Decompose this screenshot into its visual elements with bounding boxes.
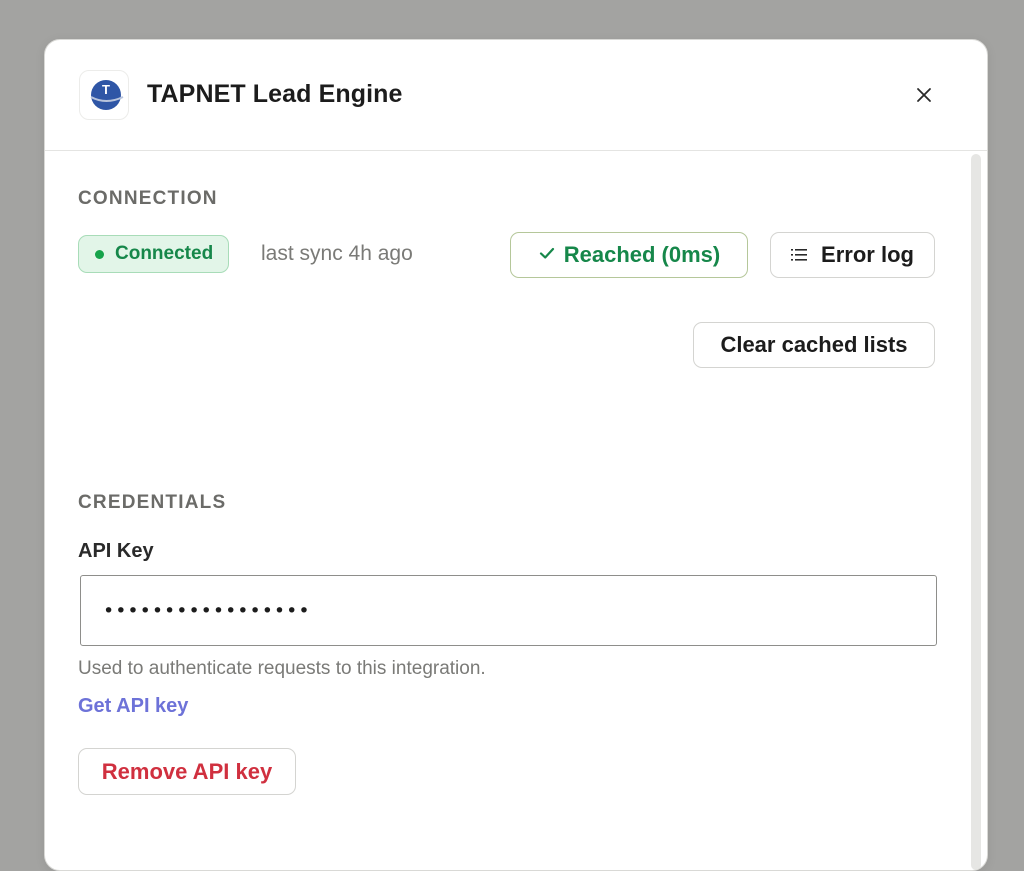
connection-section-label: CONNECTION (78, 188, 218, 209)
scrollbar[interactable] (971, 154, 981, 870)
credentials-section-label: CREDENTIALS (78, 492, 227, 513)
status-badge-label: Connected (115, 243, 214, 264)
list-icon (791, 242, 808, 268)
modal-header: T TAPNET Lead Engine (45, 40, 987, 151)
modal-title: TAPNET Lead Engine (147, 80, 403, 108)
error-log-button[interactable]: Error log (770, 232, 935, 278)
close-icon[interactable] (909, 80, 939, 110)
test-connection-label: Reached (0ms) (563, 242, 721, 267)
integration-logo: T (79, 70, 129, 120)
status-dot-icon (95, 249, 104, 259)
test-connection-button[interactable]: Reached (0ms) (510, 232, 748, 278)
api-key-label: API Key (78, 540, 154, 562)
svg-text:T: T (102, 82, 110, 97)
error-log-label: Error log (821, 242, 914, 267)
last-sync-text: last sync 4h ago (261, 242, 413, 265)
integration-modal: T TAPNET Lead Engine CONNECTION Connecte… (44, 39, 988, 871)
api-key-help-text: Used to authenticate requests to this in… (78, 658, 486, 679)
get-api-key-link[interactable]: Get API key (78, 695, 188, 718)
api-key-input[interactable] (80, 575, 937, 646)
clear-cached-lists-button[interactable]: Clear cached lists (693, 322, 935, 368)
checkmark-icon (538, 242, 556, 268)
status-badge: Connected (78, 235, 230, 273)
remove-api-key-button[interactable]: Remove API key (78, 748, 296, 795)
